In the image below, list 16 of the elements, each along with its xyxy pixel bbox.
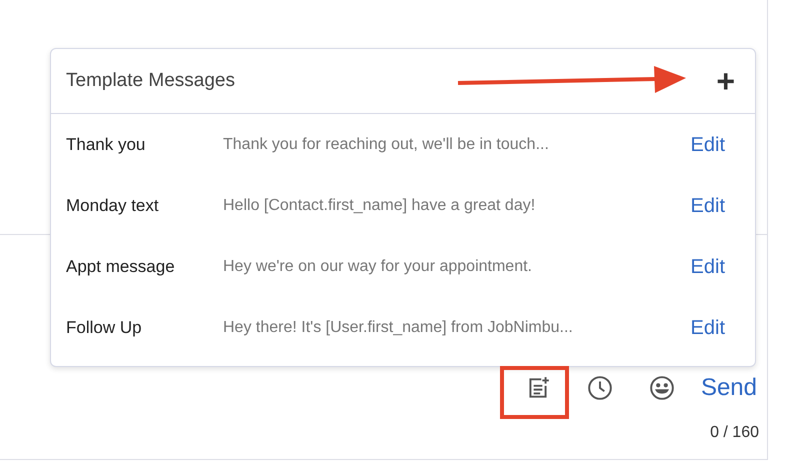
template-name: Appt message — [66, 256, 176, 278]
edit-link[interactable]: Edit — [690, 312, 725, 342]
character-count: 0 / 160 — [710, 423, 759, 443]
template-name: Follow Up — [66, 316, 143, 339]
popup-title: Template Messages — [66, 68, 235, 93]
template-preview: Hey there! It's [User.first_name] from JobNimbu... — [223, 318, 574, 338]
edit-link[interactable]: Edit — [690, 130, 725, 160]
template-preview: Hello [Contact.first_name] have a great day! — [223, 196, 536, 216]
template-preview: Thank you for reaching out, we'll be in touch... — [223, 134, 550, 154]
template-name: Thank you — [66, 134, 146, 156]
edit-link[interactable]: Edit — [690, 190, 725, 220]
send-button[interactable]: Send — [700, 376, 757, 400]
edit-link[interactable]: Edit — [690, 252, 725, 282]
template-name: Monday text — [66, 194, 160, 217]
add-template-button[interactable]: + — [716, 65, 735, 97]
template-preview: Hey we're on our way for your appointment. — [223, 256, 533, 276]
